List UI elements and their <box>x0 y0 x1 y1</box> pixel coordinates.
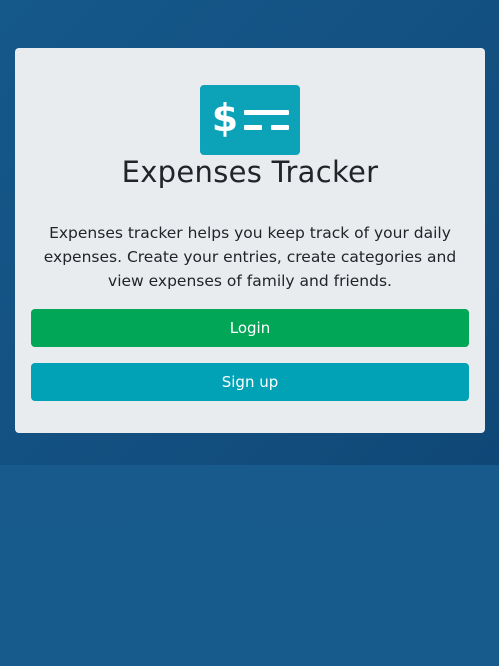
welcome-card: $ Expenses Tracker Expenses tracker help… <box>15 48 485 433</box>
page-background-bottom <box>0 465 499 666</box>
svg-text:$: $ <box>212 96 238 140</box>
app-logo: $ <box>200 85 300 155</box>
app-description: Expenses tracker helps you keep track of… <box>43 224 457 290</box>
dollar-lines-icon: $ <box>212 96 289 140</box>
signup-button[interactable]: Sign up <box>31 363 469 401</box>
page-title: Expenses Tracker <box>121 155 379 189</box>
login-button[interactable]: Login <box>31 309 469 347</box>
